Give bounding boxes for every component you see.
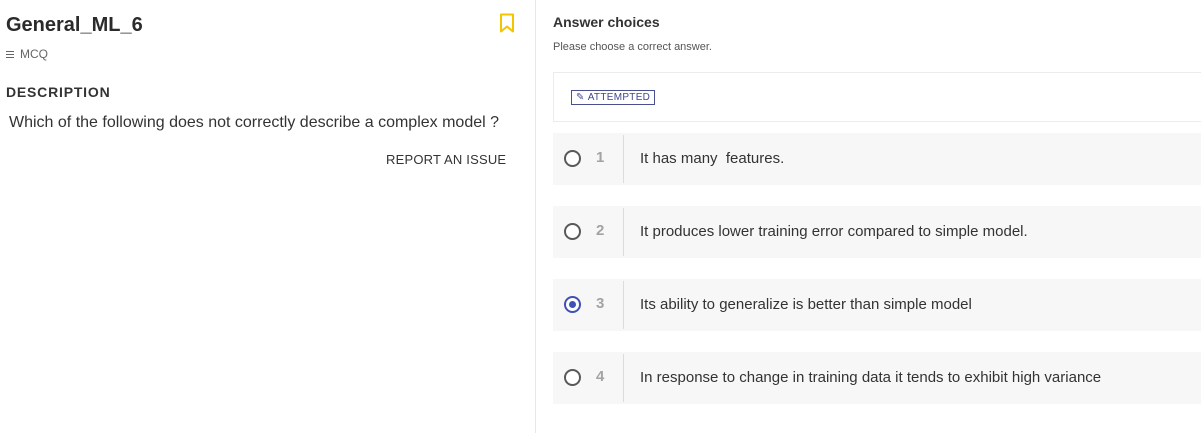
answer-choices-subheading: Please choose a correct answer. (553, 41, 712, 53)
answer-panel: Answer choices Please choose a correct a… (537, 0, 1201, 433)
question-type: MCQ (6, 47, 48, 61)
attempted-badge: ✎ ATTEMPTED (571, 90, 656, 105)
bookmark-icon[interactable] (499, 13, 515, 33)
answer-option-3[interactable]: 3 Its ability to generalize is better th… (553, 279, 1201, 331)
radio-button[interactable] (564, 369, 581, 386)
option-text: It produces lower training error compare… (640, 223, 1028, 240)
option-divider (623, 135, 624, 183)
question-page: General_ML_6 MCQ DESCRIPTION Which of th… (0, 0, 1201, 433)
status-bar: ✎ ATTEMPTED (553, 72, 1201, 122)
attempted-label: ATTEMPTED (587, 92, 651, 103)
description-heading: DESCRIPTION (6, 84, 111, 100)
answer-option-1[interactable]: 1 It has many features. (553, 133, 1201, 185)
answer-option-4[interactable]: 4 In response to change in training data… (553, 352, 1201, 404)
radio-button[interactable] (564, 150, 581, 167)
option-text: In response to change in training data i… (640, 369, 1102, 386)
radio-button-selected[interactable] (564, 296, 581, 313)
answer-choices-heading: Answer choices (553, 14, 660, 30)
option-divider (623, 281, 624, 329)
pencil-icon: ✎ (576, 92, 585, 103)
option-divider (623, 354, 624, 402)
radio-button[interactable] (564, 223, 581, 240)
answer-option-2[interactable]: 2 It produces lower training error compa… (553, 206, 1201, 258)
option-number: 3 (596, 295, 605, 312)
option-number: 1 (596, 149, 605, 166)
option-divider (623, 208, 624, 256)
question-type-label: MCQ (20, 47, 48, 61)
option-number: 2 (596, 222, 605, 239)
list-lines-icon (6, 49, 14, 60)
question-title: General_ML_6 (6, 14, 143, 36)
description-text: Which of the following does not correctl… (9, 114, 500, 131)
option-number: 4 (596, 368, 605, 385)
question-panel: General_ML_6 MCQ DESCRIPTION Which of th… (0, 0, 536, 433)
report-issue-link[interactable]: REPORT AN ISSUE (386, 152, 506, 167)
option-text: It has many features. (640, 150, 785, 167)
option-text: Its ability to generalize is better than… (640, 296, 972, 313)
